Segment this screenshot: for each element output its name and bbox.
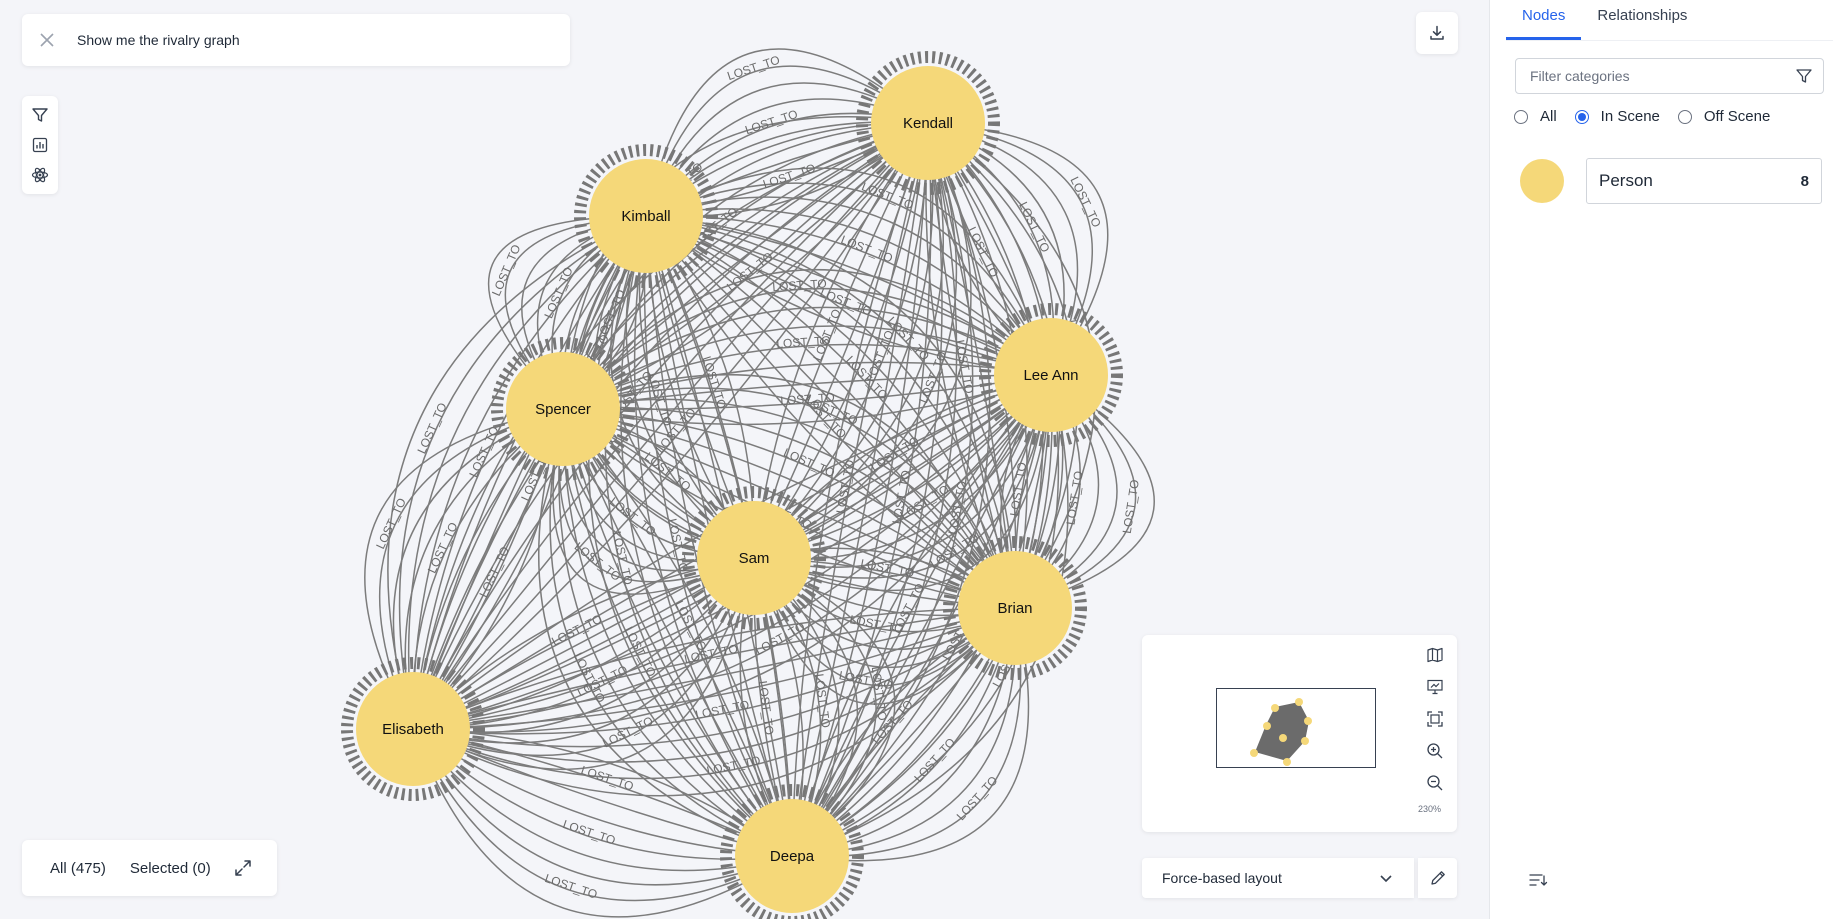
category-color-swatch[interactable] <box>1520 159 1564 203</box>
edge-label: LOST_TO <box>772 276 827 294</box>
graph-toolbar <box>22 96 58 194</box>
node-label: Kimball <box>621 208 670 225</box>
radio-indicator <box>1677 109 1692 124</box>
graph-node[interactable]: Lee Ann <box>994 318 1108 432</box>
edge-label: LOST_TO <box>781 445 836 480</box>
close-icon <box>40 33 54 47</box>
radio-indicator <box>1514 109 1528 124</box>
edge-label: LOST_TO <box>839 233 895 266</box>
category-count: 8 <box>1800 172 1809 190</box>
edge-label: LOST_TO <box>705 753 761 777</box>
graph-node[interactable]: Sam <box>697 501 811 615</box>
graph-node[interactable]: Kendall <box>871 66 985 180</box>
all-nodes-button[interactable]: All (475) <box>50 860 106 877</box>
sort-icon <box>1529 874 1548 886</box>
graph-node[interactable]: Kimball <box>589 159 703 273</box>
zoom-level: 230% <box>1417 804 1441 814</box>
category-row: Person 8 <box>1520 158 1822 204</box>
edge-label: LOST_TO <box>725 53 781 83</box>
node-label: Lee Ann <box>1023 367 1078 384</box>
edge-label: LOST_TO <box>756 680 777 736</box>
edge-label: LOST_TO <box>425 520 461 575</box>
graph-node[interactable]: Elisabeth <box>356 672 470 786</box>
graph-node[interactable]: Spencer <box>506 352 620 466</box>
download-button[interactable] <box>1416 12 1458 54</box>
filter-button[interactable] <box>26 101 54 129</box>
expand-icon <box>234 860 251 876</box>
category-filter <box>1515 58 1824 94</box>
layout-dropdown[interactable]: Force-based layout <box>1142 858 1414 898</box>
zoom-in-icon <box>1427 743 1443 759</box>
zoom-out-icon <box>1427 775 1443 791</box>
node-label: Spencer <box>535 401 591 418</box>
minimap-panel: 230% <box>1142 635 1457 832</box>
radio-off-scene[interactable]: Off Scene <box>1677 108 1771 125</box>
selection-bar: All (475) Selected (0) <box>22 840 277 896</box>
edge-label: LOST_TO <box>549 612 604 649</box>
radio-label: Off Scene <box>1703 108 1771 125</box>
graph-node[interactable]: Brian <box>958 551 1072 665</box>
minimap-viewport[interactable] <box>1216 688 1376 768</box>
close-query-button[interactable] <box>27 14 67 66</box>
node-label: Deepa <box>770 848 815 865</box>
edit-layout-button[interactable] <box>1418 858 1457 898</box>
zoom-in-button[interactable] <box>1421 737 1449 765</box>
node-label: Sam <box>739 550 770 567</box>
graph-style-button[interactable] <box>26 161 54 189</box>
edge-label: LOST_TO <box>561 817 617 848</box>
sidebar-tabs: Nodes Relationships <box>1506 0 1833 41</box>
node-label: Elisabeth <box>382 721 444 738</box>
chart-icon <box>32 137 48 153</box>
chevron-down-icon <box>1380 875 1392 883</box>
filter-icon[interactable] <box>1795 67 1813 85</box>
radio-all[interactable]: All <box>1514 108 1557 125</box>
download-icon <box>1430 25 1444 40</box>
edge-label: LOST_TO <box>761 161 817 191</box>
map-toggle-button[interactable] <box>1421 641 1449 669</box>
edge-label: LOST_TO <box>1120 479 1142 535</box>
presentation-icon <box>1427 679 1443 695</box>
graph-node[interactable]: Deepa <box>735 799 849 913</box>
fit-screen-button[interactable] <box>1421 705 1449 733</box>
edge-label: LOST_TO <box>699 354 729 410</box>
presentation-button[interactable] <box>1421 673 1449 701</box>
right-sidebar: Nodes Relationships All In Scene Off Sce… <box>1489 0 1833 919</box>
statistics-button[interactable] <box>26 131 54 159</box>
scope-radio-group: All In Scene Off Scene <box>1514 108 1788 125</box>
tab-relationships[interactable]: Relationships <box>1581 0 1703 40</box>
edge-label: LOST_TO <box>1016 200 1052 255</box>
zoom-out-button[interactable] <box>1421 769 1449 797</box>
tab-nodes[interactable]: Nodes <box>1506 0 1582 40</box>
map-icon <box>1427 647 1443 663</box>
filter-icon <box>32 108 48 122</box>
category-label: Person <box>1599 171 1653 190</box>
node-label: Brian <box>997 600 1032 617</box>
query-bar: Show me the rivalry graph <box>22 14 570 66</box>
edge-label: LOST_TO <box>869 666 890 722</box>
radio-indicator <box>1574 109 1589 124</box>
selected-nodes-button[interactable]: Selected (0) <box>130 860 211 877</box>
radio-label: In Scene <box>1600 108 1660 125</box>
edge-label: LOST_TO <box>414 401 449 456</box>
node-label: Kendall <box>903 115 953 132</box>
radio-in-scene[interactable]: In Scene <box>1574 108 1660 125</box>
layout-selected-value: Force-based layout <box>1162 870 1282 886</box>
query-text: Show me the rivalry graph <box>77 32 240 48</box>
minimap-graph-preview <box>1250 698 1312 766</box>
pencil-icon <box>1430 871 1445 885</box>
expand-button[interactable] <box>233 858 253 878</box>
minimap-toolbar <box>1421 641 1449 797</box>
edge-label: LOST_TO <box>543 871 599 902</box>
fit-screen-icon <box>1427 711 1443 727</box>
category-item-person[interactable]: Person 8 <box>1586 158 1822 204</box>
edge-label: LOST_TO <box>1067 174 1103 229</box>
graph-style-icon <box>31 167 49 183</box>
edge-label: LOST_TO <box>954 773 1001 823</box>
radio-label: All <box>1540 108 1557 125</box>
sort-button[interactable] <box>1525 869 1551 891</box>
filter-categories-input[interactable] <box>1528 67 1772 85</box>
